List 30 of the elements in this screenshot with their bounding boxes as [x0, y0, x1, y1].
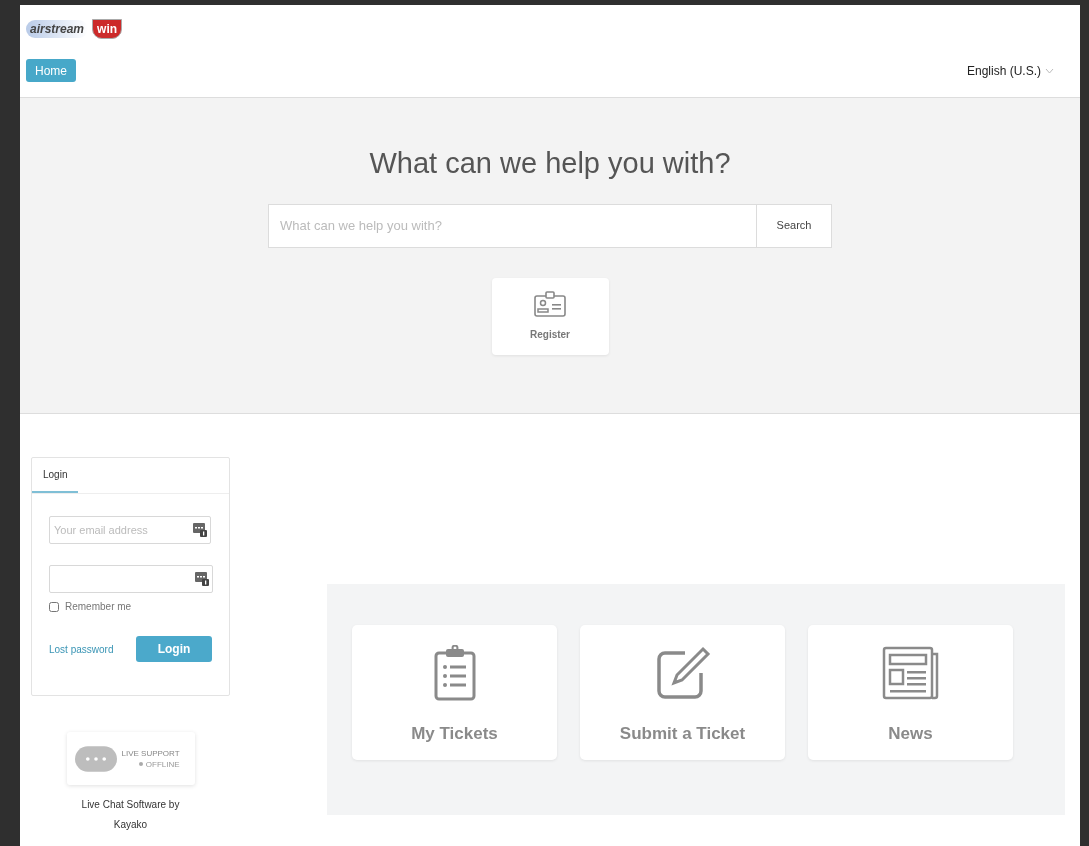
- search-button[interactable]: Search: [757, 203, 832, 248]
- register-tile[interactable]: Register: [491, 277, 609, 355]
- login-tab[interactable]: Login: [32, 458, 79, 493]
- id-card-icon: [534, 290, 566, 317]
- key-icon: [193, 523, 207, 537]
- chevron-icon: [1045, 67, 1054, 74]
- newspaper-icon: [881, 646, 940, 700]
- nav-tile[interactable]: News: [808, 625, 1013, 760]
- live-support-label: LIVE SUPPORT: [121, 748, 180, 758]
- chat-bubble-icon: [74, 745, 117, 772]
- live-chat-caption: Live Chat Software by Kayako: [80, 798, 181, 832]
- remember-label: Remember me: [65, 600, 132, 614]
- remember-checkbox[interactable]: [49, 601, 59, 612]
- status-dot-icon: [138, 762, 143, 766]
- hero-title: What can we help you with?: [369, 146, 731, 181]
- clipboard-icon: [432, 645, 477, 701]
- nav-tile[interactable]: My Tickets: [352, 625, 557, 760]
- logo-badge: win: [92, 19, 123, 39]
- pencil-square-icon: [654, 645, 711, 701]
- nav-tab[interactable]: Home: [26, 59, 76, 82]
- live-support-badge[interactable]: LIVE SUPPORT OFFLINE: [66, 732, 195, 785]
- login-button[interactable]: Login: [136, 636, 212, 662]
- email-field[interactable]: Your email address: [49, 516, 211, 544]
- key-icon: [195, 572, 209, 586]
- offline-status: OFFLINE: [145, 759, 180, 769]
- password-field[interactable]: [49, 565, 213, 593]
- language-dropdown[interactable]: English (U.S.): [966, 61, 1054, 80]
- nav-tile[interactable]: Submit a Ticket: [580, 625, 785, 760]
- search-field[interactable]: What can we help you with?: [268, 203, 757, 248]
- lost-password-link[interactable]: Lost password: [49, 641, 114, 657]
